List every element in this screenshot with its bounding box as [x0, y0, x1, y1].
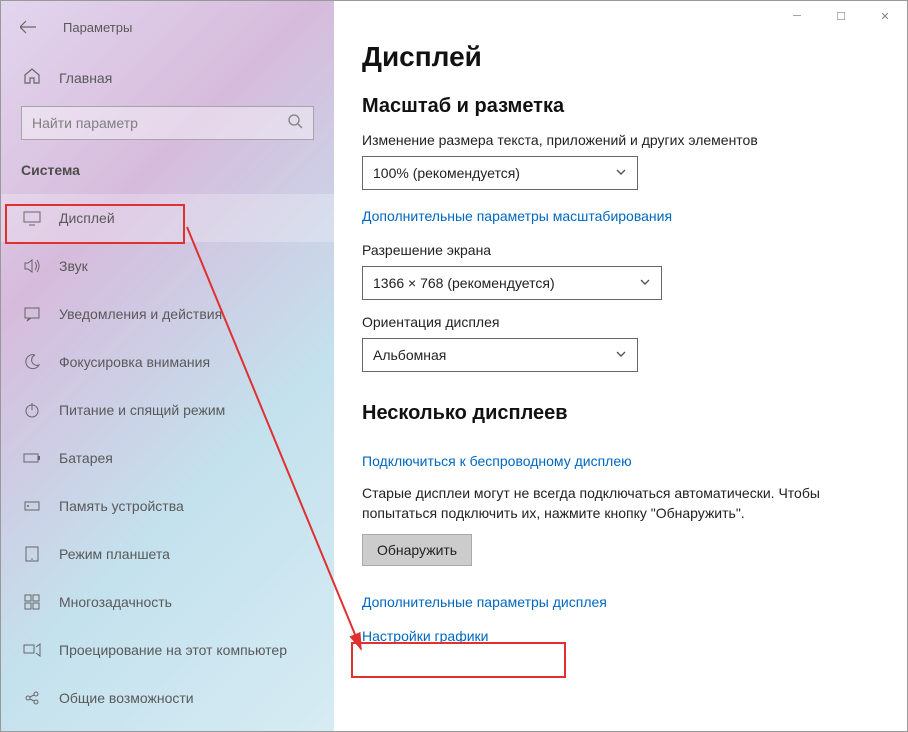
page-title: Дисплей [362, 41, 879, 73]
search-icon [287, 113, 303, 134]
sidebar-item-focus[interactable]: Фокусировка внимания [1, 338, 334, 386]
window-controls: ─ ☐ ✕ [775, 1, 907, 31]
orientation-label: Ориентация дисплея [362, 314, 879, 330]
sidebar-item-projecting[interactable]: Проецирование на этот компьютер [1, 626, 334, 674]
home-button[interactable]: Главная [1, 45, 334, 106]
sidebar-item-sound[interactable]: Звук [1, 242, 334, 290]
wireless-display-link[interactable]: Подключиться к беспроводному дисплею [362, 453, 632, 469]
scale-value: 100% (рекомендуется) [373, 165, 520, 181]
home-icon [23, 67, 41, 88]
nav-label: Многозадачность [59, 594, 172, 610]
nav-label: Общие возможности [59, 690, 194, 706]
chevron-down-icon [639, 275, 651, 291]
tablet-icon [23, 545, 41, 563]
multitask-icon [23, 593, 41, 611]
scale-label: Изменение размера текста, приложений и д… [362, 132, 879, 148]
nav-label: Дисплей [59, 210, 115, 226]
notification-icon [23, 305, 41, 323]
maximize-button[interactable]: ☐ [819, 1, 863, 31]
resolution-combo[interactable]: 1366 × 768 (рекомендуется) [362, 266, 662, 300]
moon-icon [23, 353, 41, 371]
nav-label: Уведомления и действия [59, 306, 222, 322]
sidebar-item-tablet[interactable]: Режим планшета [1, 530, 334, 578]
old-displays-text: Старые дисплеи могут не всегда подключат… [362, 483, 879, 524]
scale-section-header: Масштаб и разметка [362, 95, 879, 118]
titlebar: Параметры [1, 9, 334, 45]
orientation-value: Альбомная [373, 347, 446, 363]
resolution-value: 1366 × 768 (рекомендуется) [373, 275, 555, 291]
sidebar-item-shared[interactable]: Общие возможности [1, 674, 334, 722]
detect-button[interactable]: Обнаружить [362, 534, 472, 566]
sidebar-item-multitask[interactable]: Многозадачность [1, 578, 334, 626]
nav-label: Режим планшета [59, 546, 170, 562]
nav-label: Звук [59, 258, 88, 274]
nav-label: Память устройства [59, 498, 184, 514]
shared-icon [23, 689, 41, 707]
search-input[interactable] [32, 115, 287, 131]
scale-combo[interactable]: 100% (рекомендуется) [362, 156, 638, 190]
advanced-scaling-link[interactable]: Дополнительные параметры масштабирования [362, 208, 672, 224]
sidebar: Параметры Главная Система Дисплей Звук У… [1, 1, 334, 731]
storage-icon [23, 497, 41, 515]
back-button[interactable] [19, 18, 37, 36]
content-area: Дисплей Масштаб и разметка Изменение раз… [334, 1, 907, 731]
chevron-down-icon [615, 347, 627, 363]
minimize-button[interactable]: ─ [775, 1, 819, 31]
sidebar-item-power[interactable]: Питание и спящий режим [1, 386, 334, 434]
search-box[interactable] [21, 106, 314, 140]
nav-label: Проецирование на этот компьютер [59, 642, 287, 658]
window-title: Параметры [63, 20, 132, 35]
nav-label: Батарея [59, 450, 113, 466]
chevron-down-icon [615, 165, 627, 181]
multi-display-header: Несколько дисплеев [362, 402, 879, 425]
sidebar-item-display[interactable]: Дисплей [1, 194, 334, 242]
sound-icon [23, 257, 41, 275]
close-button[interactable]: ✕ [863, 1, 907, 31]
nav-label: Фокусировка внимания [59, 354, 210, 370]
orientation-combo[interactable]: Альбомная [362, 338, 638, 372]
sidebar-item-notifications[interactable]: Уведомления и действия [1, 290, 334, 338]
annotation-highlight-graphics [351, 642, 566, 678]
project-icon [23, 641, 41, 659]
nav-label: Питание и спящий режим [59, 402, 225, 418]
sidebar-item-storage[interactable]: Память устройства [1, 482, 334, 530]
resolution-label: Разрешение экрана [362, 242, 879, 258]
section-title: Система [1, 160, 334, 194]
power-icon [23, 401, 41, 419]
advanced-display-link[interactable]: Дополнительные параметры дисплея [362, 594, 607, 610]
sidebar-item-battery[interactable]: Батарея [1, 434, 334, 482]
battery-icon [23, 449, 41, 467]
home-label: Главная [59, 70, 112, 86]
monitor-icon [23, 209, 41, 227]
